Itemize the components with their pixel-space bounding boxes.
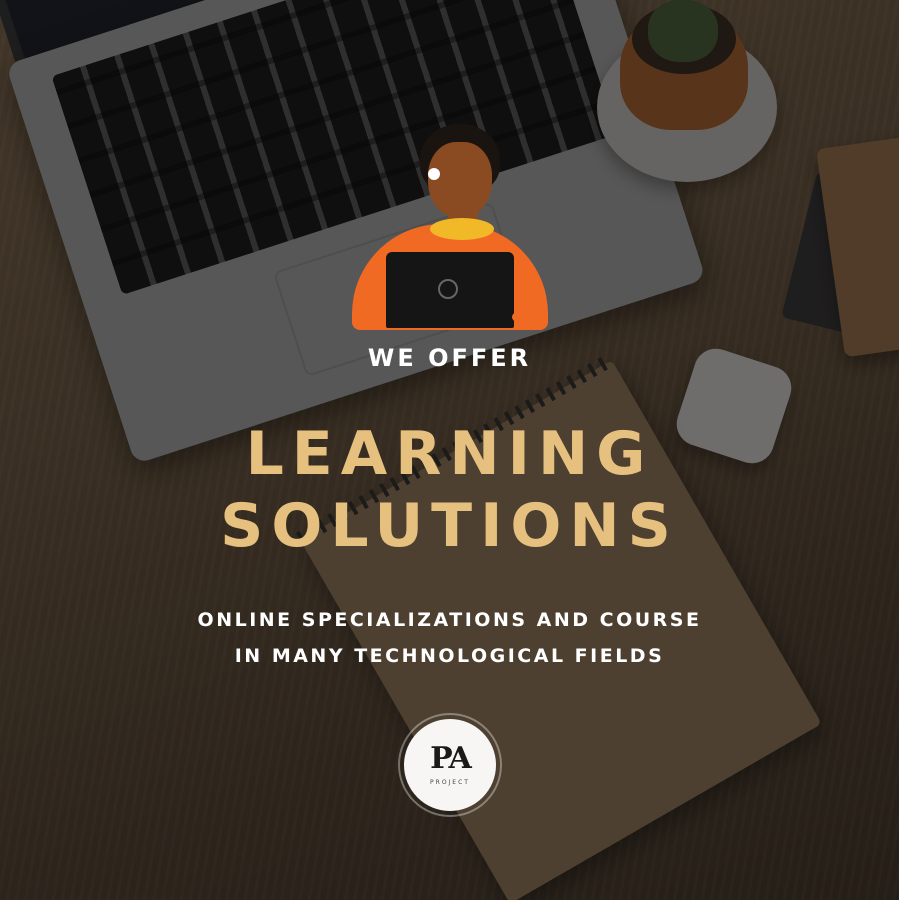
person-face <box>428 142 492 218</box>
subheadline-line-1: ONLINE SPECIALIZATIONS AND COURSE <box>197 609 702 631</box>
logo-subtext: PROJECT <box>430 779 470 786</box>
headline-line-1: LEARNING <box>245 419 654 489</box>
person-collar <box>430 218 494 240</box>
subheadline-line-2: IN MANY TECHNOLOGICAL FIELDS <box>234 645 665 667</box>
laptop-logo-icon <box>438 279 458 299</box>
earbud-icon <box>428 168 440 180</box>
kicker-text: WE OFFER <box>367 344 532 372</box>
person-with-laptop-icon <box>352 120 552 330</box>
headline: LEARNING SOLUTIONS <box>0 418 899 562</box>
logo-mark: PA <box>430 741 472 776</box>
person-hand <box>512 310 536 324</box>
headline-line-2: SOLUTIONS <box>220 491 679 561</box>
pa-logo-icon: PA PROJECT <box>404 719 496 811</box>
promo-canvas: WE OFFER LEARNING SOLUTIONS ONLINE SPECI… <box>0 0 899 900</box>
subheadline: ONLINE SPECIALIZATIONS AND COURSE IN MAN… <box>0 602 899 674</box>
